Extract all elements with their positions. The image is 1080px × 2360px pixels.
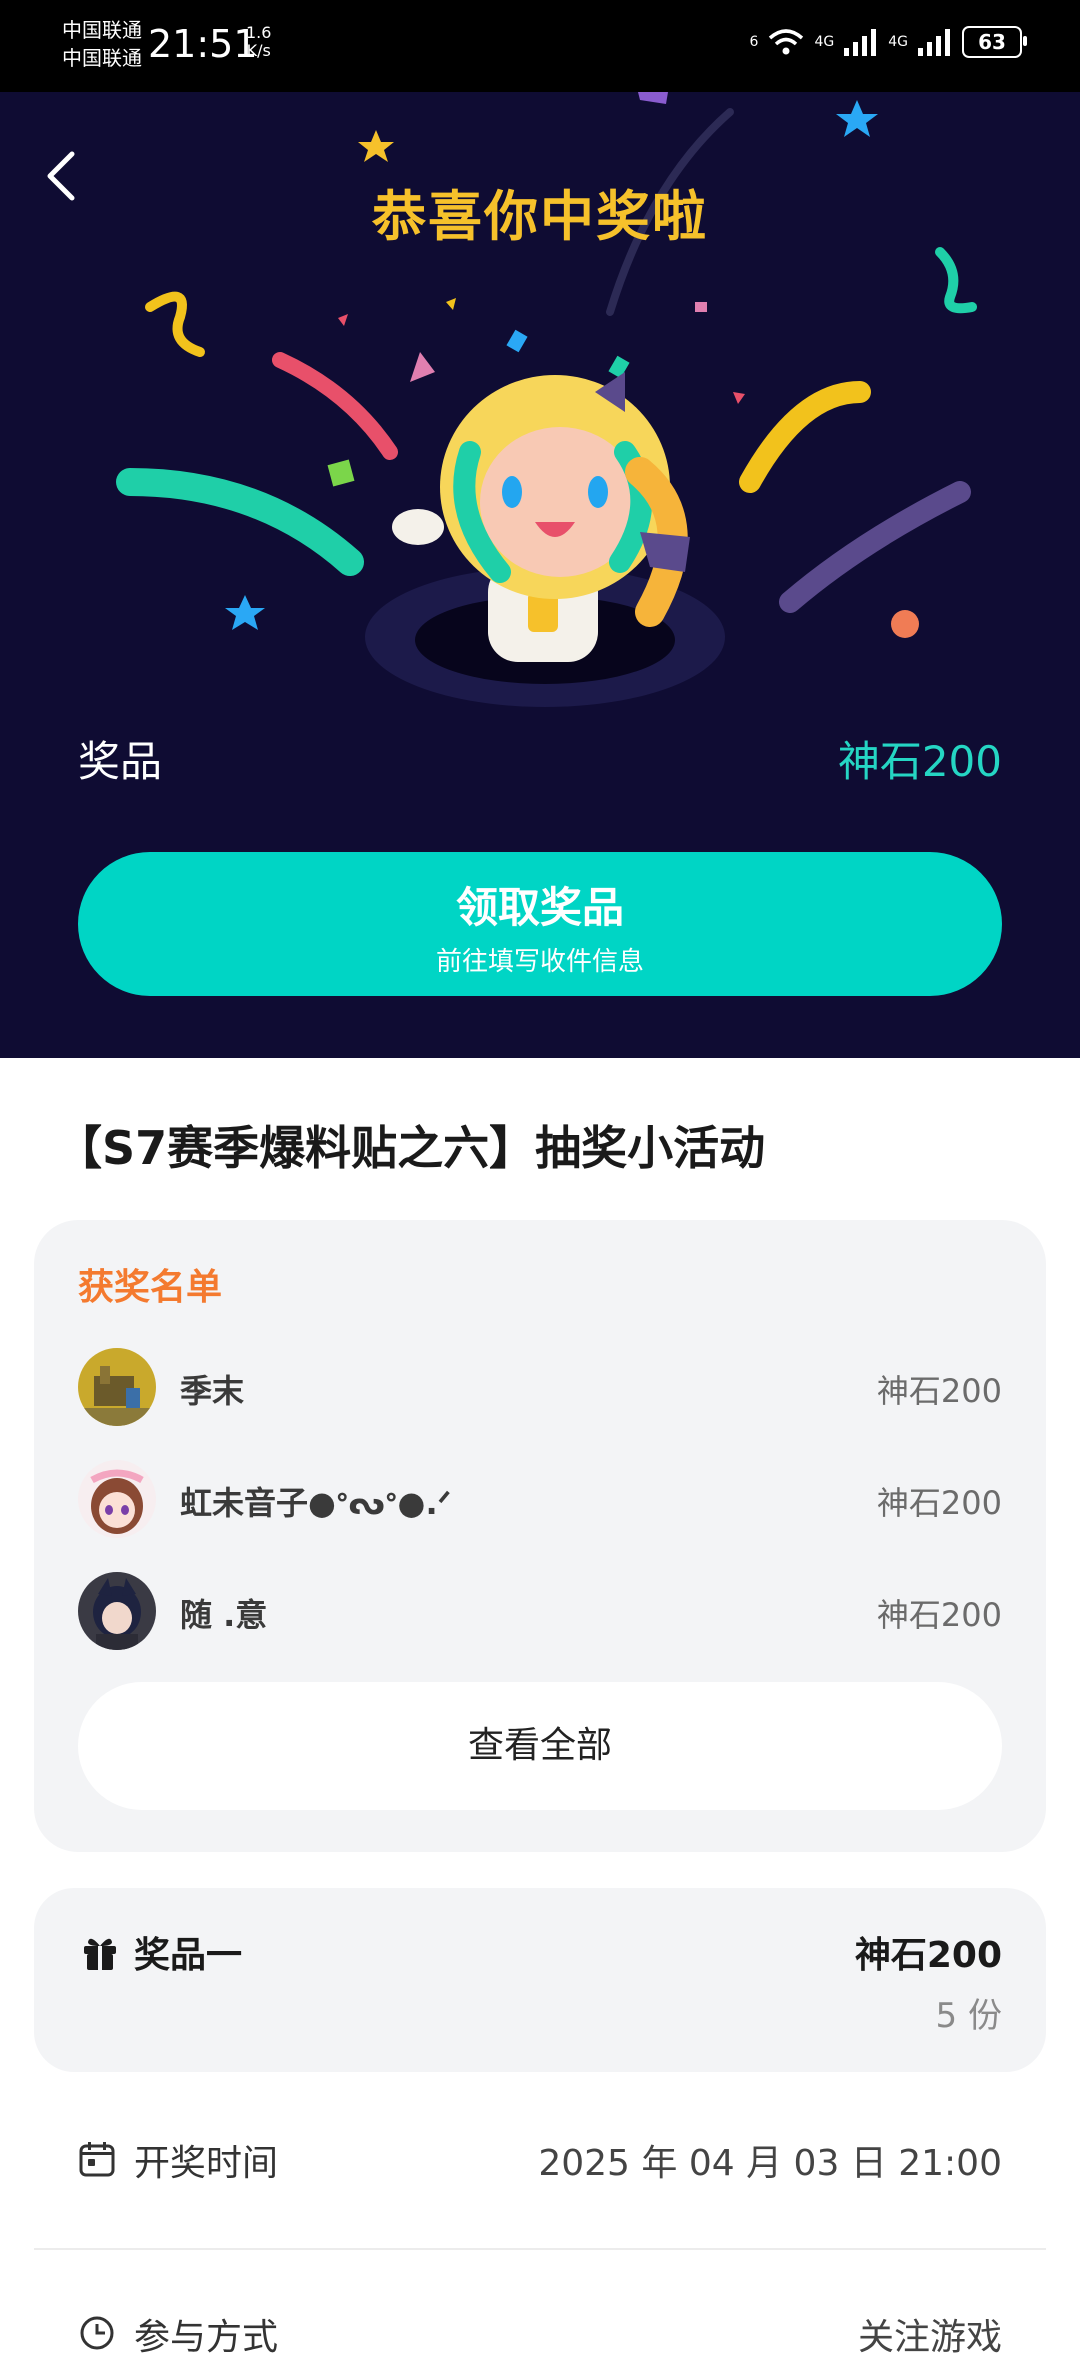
claim-button-label: 领取奖品 [455,883,624,932]
clock-icon [80,2316,114,2350]
divider [34,2248,1046,2250]
congrats-title: 恭喜你中奖啦 [372,185,708,248]
winner-prize: 神石200 [876,1596,1002,1634]
prize-card: 奖品一 神石200 5 份 [34,1888,1046,2072]
prize-card-value: 神石200 [854,1935,1002,1976]
view-all-button[interactable]: 查看全部 [78,1682,1002,1810]
join-method-label: 参与方式 [134,2317,279,2358]
avatar [78,1572,156,1650]
wifi-tag: 6 [749,34,759,50]
claim-prize-button[interactable]: 领取奖品 前往填写收件信息 [78,852,1002,996]
network-type-1: 4G [814,34,835,50]
draw-time-row: 开奖时间 2025 年 04 月 03 日 21:00 [34,2120,1046,2200]
wifi-icon [769,29,804,55]
winner-prize: 神石200 [876,1372,1002,1410]
draw-time-label: 开奖时间 [134,2143,279,2184]
avatar [78,1348,156,1426]
join-method-value: 关注游戏 [857,2317,1002,2358]
carrier-1: 中国联通 [62,18,142,42]
winner-row[interactable]: 季末 神石200 [78,1348,1002,1428]
battery-level: 63 [978,30,1006,54]
winner-row[interactable]: 虹未音子●ᐤᔓᐤ●.ᐟ 神石200 [78,1460,1002,1540]
winner-name: 虹未音子●ᐤᔓᐤ●.ᐟ [180,1484,452,1522]
carrier-info: 中国联通 中国联通 [62,16,142,72]
winner-name: 季末 [180,1372,245,1410]
status-icons: 6 4G 4G 63 [749,26,1027,58]
carrier-2: 中国联通 [62,46,142,70]
prize-label: 奖品 [78,737,163,786]
signal-icon [844,29,877,56]
join-method-row: 参与方式 关注游戏 [34,2300,1046,2360]
winner-name: 随 .意 [180,1596,268,1634]
battery-icon: 63 [962,26,1027,58]
event-title: 【S7赛季爆料贴之六】抽奖小活动 [56,1121,766,1175]
signal-icon-2 [918,29,950,56]
draw-time-value: 2025 年 04 月 03 日 21:00 [538,2143,1002,2184]
clock: 21:51 [148,22,258,66]
prize-name: 奖品一 [134,1935,243,1976]
winners-title: 获奖名单 [78,1267,223,1308]
winner-prize: 神石200 [876,1484,1002,1522]
prize-count: 5 份 [935,1996,1002,2036]
winners-card: 获奖名单 季末 神石200 虹未音子●ᐤᔓᐤ●.ᐟ 神石200 随 .意 神石2… [34,1220,1046,1852]
winner-row[interactable]: 随 .意 神石200 [78,1572,1002,1652]
network-speed: 1.6 K/s [246,23,272,60]
claim-button-hint: 前往填写收件信息 [435,947,644,977]
prize-hero: 恭喜你中奖啦 奖品 神石200 领取奖品 前往填写收件信息 [0,92,1080,1058]
gift-icon [84,1938,116,1970]
avatar [78,1460,156,1538]
status-bar: 中国联通 中国联通 21:51 1.6 K/s 6 4G 4G 63 [0,0,1080,92]
prize-value: 神石200 [837,737,1002,786]
network-type-2: 4G [888,34,908,50]
calendar-icon [79,2142,115,2177]
